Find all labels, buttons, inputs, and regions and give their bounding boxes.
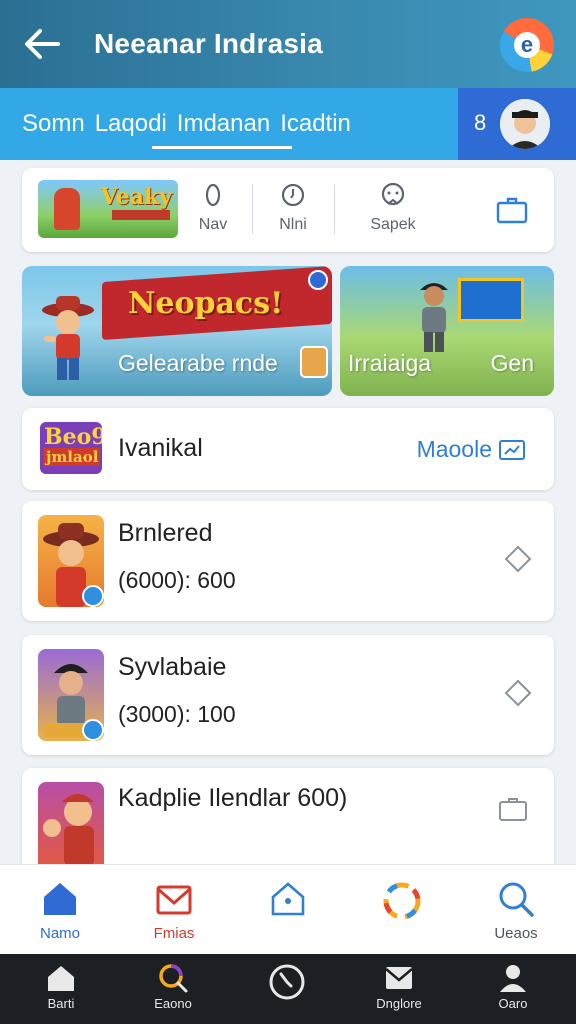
list-item[interactable]: Brnlered (6000): 600 (22, 501, 554, 621)
tab-somn[interactable]: Somn (22, 110, 85, 138)
tab-icadtin[interactable]: Icadtin (280, 110, 351, 138)
logo-line-1: Beo9 (44, 424, 102, 450)
nav-label: Ueaos (494, 925, 538, 942)
briefcase-icon[interactable] (496, 196, 528, 224)
item-name: Brnlered (118, 519, 213, 547)
featured-game-thumbnail[interactable]: Veaky (38, 180, 178, 238)
tab-laqodi[interactable]: Laqodi (95, 110, 167, 138)
list-item[interactable]: Syvlabaie (3000): 100 (22, 635, 554, 755)
section-logo: Beo9 jmlaol (40, 422, 102, 474)
mail-icon (156, 885, 192, 915)
nav-label: Namo (39, 925, 80, 942)
smiley-icon (381, 182, 405, 206)
search-icon (159, 964, 188, 993)
kid-character (420, 283, 448, 352)
arrow-left-icon[interactable] (22, 26, 62, 62)
app-logo-icon[interactable]: e (500, 18, 554, 72)
banner-label-left: Irraiaiga (348, 350, 432, 376)
quick-action-nlni[interactable]: Nlni (258, 182, 328, 234)
mini-avatar-icon (300, 346, 328, 378)
section-title: Ivanikal (118, 434, 203, 462)
home-icon (44, 883, 76, 915)
sys-nav-label: Oaro (498, 996, 528, 1011)
thumbnail-banner (112, 210, 170, 220)
diamond-icon[interactable] (504, 679, 532, 707)
game-thumbnail (38, 782, 104, 874)
page-title: Neeanar Indrasia (94, 28, 323, 59)
zero-icon (205, 183, 221, 207)
logo-line-2: jmlaol (44, 448, 101, 466)
share-icon[interactable] (308, 270, 328, 290)
bottom-navigation: Namo Fmias Ueaos (0, 864, 576, 954)
quick-action-sapek[interactable]: Sapek (358, 182, 428, 234)
item-subtitle: (6000): 600 (118, 567, 236, 593)
promo-banner-main[interactable]: Neopacs! Gelearabe rnde (22, 266, 332, 396)
nav-house[interactable] (240, 879, 336, 925)
banner-caption: Gelearabe rnde (118, 350, 278, 376)
nav-home[interactable]: Namo (12, 879, 108, 942)
promo-banner-secondary[interactable]: Irraiaiga Gen (340, 266, 554, 396)
active-tab-indicator (152, 146, 292, 149)
system-navigation: Barti Eaono Dnglore Oaro (0, 954, 576, 1024)
avatar-image (500, 99, 550, 149)
sys-nav-recent[interactable] (242, 962, 332, 1004)
sys-nav-messages[interactable]: Dnglore (354, 962, 444, 1011)
character-art (43, 794, 94, 866)
section-header-card: Beo9 jmlaol Ivanikal Maoole (22, 408, 554, 490)
notification-count: 8 (474, 110, 487, 135)
character-figure (54, 188, 80, 230)
sys-nav-search[interactable]: Eaono (128, 962, 218, 1011)
diamond-icon[interactable] (504, 545, 532, 573)
divider (334, 184, 335, 234)
quick-action-nav[interactable]: Nav (178, 182, 248, 234)
person-icon (500, 965, 526, 992)
quick-actions-card: Veaky Nav Nlni Sapek (22, 168, 554, 252)
image-icon[interactable] (498, 438, 526, 462)
divider (252, 184, 253, 234)
top-app-bar: Neeanar Indrasia e (0, 0, 576, 88)
banner-headline: Neopacs! (128, 286, 284, 321)
briefcase-icon[interactable] (498, 796, 528, 822)
clock-icon (281, 183, 305, 207)
badge-icon (82, 719, 104, 741)
spinner-icon (383, 882, 421, 920)
item-subtitle: (3000): 100 (118, 701, 236, 727)
sys-nav-label: Dnglore (376, 996, 422, 1011)
nav-activity[interactable] (354, 879, 450, 929)
nav-label: Fmias (153, 925, 195, 942)
home-icon (48, 966, 74, 991)
quick-action-label: Nav (198, 216, 228, 233)
nav-messages[interactable]: Fmias (126, 879, 222, 942)
tab-imdanan[interactable]: Imdanan (177, 110, 270, 138)
sys-nav-home[interactable]: Barti (16, 962, 106, 1011)
sys-nav-label: Barti (47, 996, 75, 1011)
sys-nav-label: Eaono (154, 996, 192, 1011)
score-board (458, 278, 524, 322)
house-outline-icon (271, 882, 305, 916)
item-name: Syvlabaie (118, 653, 227, 681)
thumbnail-text: Veaky (100, 184, 172, 210)
clock-icon (269, 964, 305, 1000)
profile-area[interactable]: 8 (458, 88, 576, 160)
app-logo-glyph: e (520, 32, 534, 57)
quick-action-label: Sapek (370, 216, 416, 233)
banner-label-right: Gen (490, 350, 534, 376)
search-icon (499, 882, 534, 917)
badge-icon (82, 585, 104, 607)
item-name: Kadplie Ilendlar 600) (118, 784, 348, 812)
avatar[interactable] (500, 99, 550, 149)
cowboy-character (42, 296, 94, 380)
nav-search[interactable]: Ueaos (468, 879, 564, 942)
section-more-link[interactable]: Maoole (417, 436, 492, 463)
quick-action-label: Nlni (279, 216, 307, 233)
sys-nav-profile[interactable]: Oaro (468, 962, 558, 1011)
mail-icon (385, 967, 413, 989)
